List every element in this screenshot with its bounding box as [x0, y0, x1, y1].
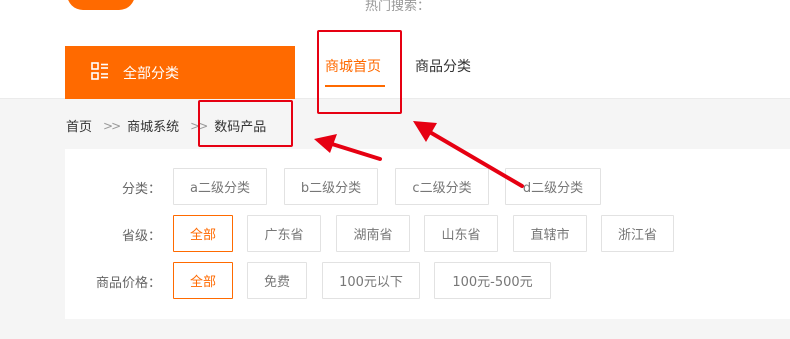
annotation-arrows — [314, 121, 524, 188]
annotation-arrow — [413, 121, 524, 188]
annotation-arrow — [314, 134, 382, 161]
